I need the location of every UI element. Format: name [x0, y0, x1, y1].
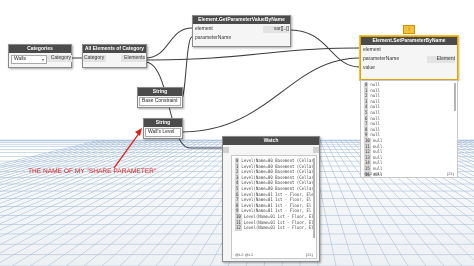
node-title: Watch	[223, 137, 319, 145]
list-value: Level(Name=01 1st - Floor, El	[243, 213, 314, 219]
output-port-category[interactable]: Category	[47, 55, 72, 62]
node-title: Categories	[9, 45, 71, 53]
list-value: Level(Name=01 1st - Floor, El	[243, 225, 314, 231]
watch-list-panel[interactable]: 0 Level(Name=00 Basement (Cellar 1 Level(Na…	[231, 155, 317, 259]
string-node-base-constraint[interactable]: String Base Constraint	[137, 87, 183, 108]
set-parameter-by-name-node[interactable]: Element.SetParameterByName element param…	[360, 36, 458, 80]
input-port-element[interactable]: element	[195, 26, 213, 33]
dropdown-value: Walls	[14, 56, 27, 62]
node-title: String	[144, 119, 182, 127]
list-index: 17	[364, 177, 371, 178]
preview-scrollbar[interactable]	[454, 83, 456, 111]
list-value: Level(Name=00 Basement (Cellar	[241, 174, 314, 180]
input-port-parameter-name[interactable]: parameterName	[195, 35, 231, 42]
category-dropdown[interactable]: Walls ▾	[11, 55, 47, 64]
set-parameter-output-preview[interactable]: 0 null 1 null 2 null 3 null 4 null 5 null 6 null 7 null…	[360, 80, 458, 178]
categories-node[interactable]: Categories Walls ▾ Category	[8, 44, 72, 68]
list-value: null	[372, 149, 383, 155]
list-value: Level(Name=01 1st - Floor, El	[243, 219, 314, 225]
list-value: null	[370, 98, 381, 104]
list-value: null	[370, 115, 381, 121]
get-parameter-value-by-name-node[interactable]: Element.GetParameterValueByName element …	[192, 15, 291, 47]
list-value: Level(Name=00 Basement (Cellar	[241, 163, 314, 169]
list-value: Level(Name=00 Basement (Cellar	[241, 185, 314, 191]
input-port-element[interactable]: element	[363, 47, 381, 54]
list-value: null	[370, 109, 381, 115]
watch-scrollbar[interactable]	[313, 158, 315, 238]
list-value: null	[372, 143, 383, 149]
list-value: Level(Name=01 1st - Floor, El	[241, 202, 312, 208]
node-title: Element.SetParameterByName	[361, 37, 457, 45]
output-list: 0 null 1 null 2 null 3 null 4 null 5 null 6 null 7 null…	[361, 81, 457, 178]
string-value-input[interactable]: Base Constraint	[139, 97, 181, 106]
list-item: 12 Level(Name=01 1st - Floor, El	[232, 225, 316, 231]
warning-badge-icon[interactable]: !	[403, 25, 415, 34]
output-port-var[interactable]: var[]..[]	[263, 26, 289, 33]
node-title: All Elements of Category	[83, 45, 146, 53]
string-node-walls-level[interactable]: String Wall's Level	[143, 118, 183, 139]
string-value-input[interactable]: Wall's Level	[145, 128, 181, 137]
list-item: 17null	[361, 177, 457, 178]
list-value: null	[370, 82, 381, 87]
list-value: Level(Name=01 1st - Floor, El	[241, 208, 312, 214]
list-index: 12	[235, 225, 242, 231]
list-value: null	[372, 160, 383, 166]
output-port-element[interactable]: Element	[427, 56, 455, 63]
list-value: Level(Name=00 Basement (Cellar	[241, 169, 314, 175]
list-value: null	[370, 132, 381, 138]
list-value: null	[370, 87, 381, 93]
node-title: String	[138, 88, 182, 96]
list-value: Level(Name=01 1st - Floor, Ele	[241, 191, 314, 197]
list-footer-levels: @L2 @L1	[364, 171, 383, 176]
list-value: null	[370, 121, 381, 127]
list-value: null	[372, 154, 383, 160]
input-port-value[interactable]: value	[363, 65, 375, 72]
watch-input-port[interactable]	[223, 147, 229, 153]
list-value: null	[372, 137, 383, 143]
watch-output-port[interactable]	[313, 147, 319, 153]
list-value: Level(Name=01 1st - Floor, El	[241, 197, 312, 203]
input-port-category[interactable]: Category	[83, 55, 106, 62]
wire-string-walls-to-set-param	[180, 57, 361, 133]
list-value: null	[370, 104, 381, 110]
list-value: Level(Name=00 Basement (Cellar	[241, 158, 314, 163]
list-value: null	[373, 177, 383, 178]
all-elements-of-category-node[interactable]: All Elements of Category Category Elemen…	[82, 44, 147, 68]
dynamo-graph-canvas[interactable]: Categories Walls ▾ Category All Elements…	[0, 0, 474, 266]
wire-all-elements-to-set-param	[144, 47, 361, 61]
annotation-text: THE NAME OF MY "SHARE PARAMETER"	[28, 168, 157, 175]
list-value: Level(Name=00 Basement (Cellar	[241, 180, 314, 186]
list-value: null	[370, 126, 381, 132]
wire-all-elements-to-get-param	[144, 27, 193, 59]
list-value: null	[370, 93, 381, 99]
input-port-parameter-name[interactable]: parameterName	[363, 56, 399, 63]
watch-node[interactable]: Watch 0 Level(Name=00 Basement (Cellar 1 Le…	[222, 136, 320, 262]
list-footer-count: {21}	[446, 171, 454, 176]
node-title: Element.GetParameterValueByName	[193, 16, 290, 24]
output-port-elements[interactable]: Elements	[121, 55, 145, 62]
list-footer-count: {21}	[305, 252, 313, 257]
list-footer-levels: @L2 @L1	[235, 252, 254, 257]
chevron-down-icon: ▾	[41, 57, 44, 62]
watch-list: 0 Level(Name=00 Basement (Cellar 1 Level(Na…	[232, 156, 316, 231]
